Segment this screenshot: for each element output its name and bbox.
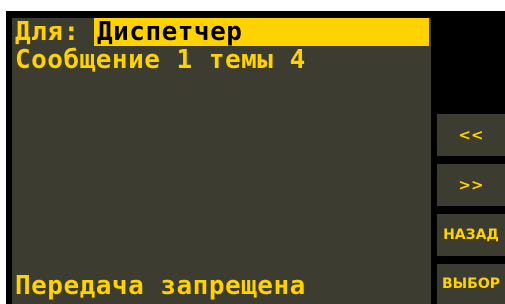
screen: Для: Диспетчер Сообщение 1 темы 4 Переда… [0, 0, 505, 304]
recipient-label: Для: [15, 17, 80, 47]
status-text: Передача запрещена [15, 271, 306, 301]
previous-button[interactable]: << [437, 114, 505, 156]
back-button[interactable]: НАЗАД [437, 214, 505, 256]
message-title: Сообщение 1 темы 4 [15, 45, 306, 75]
next-button[interactable]: >> [437, 164, 505, 206]
select-button[interactable]: ВЫБОР [437, 264, 505, 304]
recipient-row: Для: Диспетчер [15, 18, 429, 46]
recipient-field[interactable]: Диспетчер [94, 18, 429, 46]
